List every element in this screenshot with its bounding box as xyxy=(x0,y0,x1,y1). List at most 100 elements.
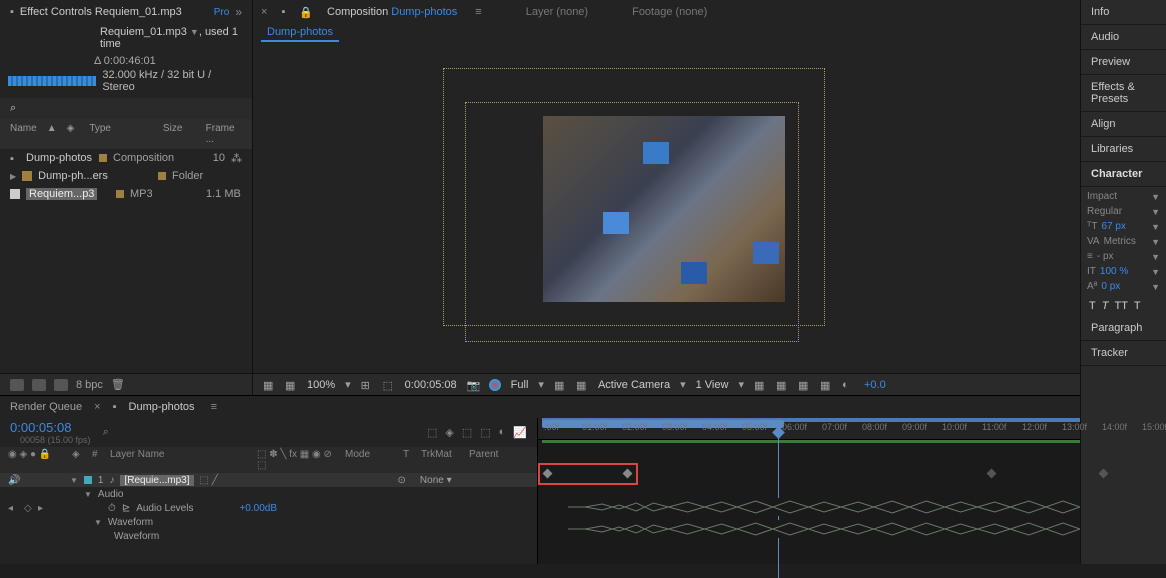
render-queue-tab[interactable]: Render Queue xyxy=(10,401,82,413)
pixel-aspect-icon[interactable]: ▦ xyxy=(754,379,766,391)
tracker-panel-tab[interactable]: Tracker xyxy=(1081,341,1166,366)
expression-icon[interactable]: ⊵ xyxy=(122,503,130,514)
preview-panel-tab[interactable]: Preview xyxy=(1081,50,1166,75)
align-panel-tab[interactable]: Align xyxy=(1081,112,1166,137)
smallcaps-button[interactable]: T xyxy=(1134,300,1141,312)
motion-blur-icon[interactable]: ◐ xyxy=(499,426,506,439)
audio-group-row[interactable]: ▼ Audio xyxy=(0,487,537,501)
composition-tab[interactable]: Composition Dump-photos xyxy=(327,6,457,18)
disclosure-icon[interactable]: ▼ xyxy=(94,518,102,527)
camera-dropdown[interactable]: Active Camera xyxy=(598,379,670,391)
view-layout[interactable]: 1 View xyxy=(696,379,729,391)
project-item-audio[interactable]: Requiem...p3 MP3 1.1 MB xyxy=(0,185,252,203)
zoom-level[interactable]: 100% xyxy=(307,379,335,391)
audio-levels-keyframe-lane[interactable] xyxy=(538,466,1080,482)
next-keyframe-icon[interactable]: ▸ xyxy=(38,503,48,514)
project-item-comp[interactable]: ▪ Dump-photos Composition 10 ⁂ xyxy=(0,149,252,167)
audio-panel-tab[interactable]: Audio xyxy=(1081,25,1166,50)
disclosure-icon[interactable]: ▶ xyxy=(10,172,16,181)
layer-type-icon: ♪ xyxy=(109,475,114,486)
footage-tab[interactable]: Footage (none) xyxy=(632,6,707,18)
bpc-toggle[interactable]: 8 bpc xyxy=(76,379,103,391)
leading-value[interactable]: - px xyxy=(1097,251,1114,262)
character-panel-tab[interactable]: Character xyxy=(1081,162,1166,187)
exposure-value[interactable]: +0.0 xyxy=(864,379,886,391)
draft3d-icon[interactable]: ◈ xyxy=(445,426,453,439)
baseline-value[interactable]: 0 px xyxy=(1101,281,1120,292)
prev-keyframe-icon[interactable]: ◂ xyxy=(8,503,18,514)
footage-preview xyxy=(543,116,785,302)
layer-name[interactable]: [Requie...mp3] xyxy=(120,475,193,486)
allcaps-button[interactable]: TT xyxy=(1114,300,1127,312)
flowchart-icon[interactable]: ▦ xyxy=(820,379,832,391)
timeline-comp-tab[interactable]: Dump-photos xyxy=(129,401,195,413)
interpret-icon[interactable] xyxy=(10,379,24,391)
grid-icon[interactable]: ⊞ xyxy=(361,379,373,391)
close-tab-icon[interactable]: × xyxy=(261,6,267,18)
audio-levels-value[interactable]: +0.00dB xyxy=(239,503,277,514)
expand-icon[interactable]: » xyxy=(235,5,242,19)
alpha-icon[interactable]: ▦ xyxy=(263,379,275,391)
new-comp-icon[interactable] xyxy=(54,379,68,391)
layer-index: 1 xyxy=(98,475,104,486)
waveform-group-row[interactable]: ▼ Waveform xyxy=(0,515,537,529)
info-panel-tab[interactable]: Info xyxy=(1081,0,1166,25)
parent-pickwhip-icon[interactable]: ⊙ xyxy=(398,475,406,486)
tab-menu-icon[interactable]: ≡ xyxy=(475,6,481,18)
reset-exposure-icon[interactable]: ◐ xyxy=(842,379,854,391)
keyframe[interactable] xyxy=(987,469,997,479)
mask-icon[interactable]: ⬚ xyxy=(383,379,395,391)
shy-icon[interactable]: ⬚ xyxy=(462,426,472,439)
layer-disclosure-icon[interactable]: ▼ xyxy=(70,476,78,485)
comp-breadcrumb[interactable]: Dump-photos xyxy=(261,26,339,42)
layer-tab[interactable]: Layer (none) xyxy=(526,6,588,18)
lock-icon[interactable]: 🔒 xyxy=(299,6,313,19)
trash-icon[interactable]: 🗑 xyxy=(111,378,125,391)
italic-button[interactable]: T xyxy=(1102,300,1109,312)
bold-button[interactable]: T xyxy=(1089,300,1096,312)
new-folder-icon[interactable] xyxy=(32,379,46,391)
font-family-dropdown[interactable]: Impact▼ xyxy=(1087,191,1160,202)
panel-grip-icon[interactable]: ▪ xyxy=(281,6,285,18)
audio-levels-row[interactable]: ◂ ◇ ▸ ⏱ ⊵ Audio Levels +0.00dB xyxy=(0,501,537,515)
comp-settings-icon[interactable]: ⁂ xyxy=(231,152,242,165)
layer-color-swatch[interactable] xyxy=(84,476,92,484)
project-search[interactable]: ⌕ xyxy=(0,98,252,119)
time-ruler[interactable]: :00f 01:00f 02:00f 03:00f 04:00f 05:00f … xyxy=(538,418,1080,440)
type-style-buttons: T T TT T xyxy=(1081,296,1166,316)
snapshot-icon[interactable]: 📷 xyxy=(467,379,479,391)
current-timecode[interactable]: 0:00:05:08 xyxy=(10,420,91,435)
tab-menu-icon[interactable]: ≡ xyxy=(211,401,217,413)
stopwatch-icon[interactable]: ⏱ xyxy=(108,503,116,514)
3d-icon[interactable]: ▦ xyxy=(576,379,588,391)
effects-presets-tab[interactable]: Effects & Presets xyxy=(1081,75,1166,112)
timeline-search-icon[interactable]: ⌕ xyxy=(103,426,109,439)
composition-viewer[interactable] xyxy=(253,44,1080,373)
paragraph-panel-tab[interactable]: Paragraph xyxy=(1081,316,1166,341)
channel-icon[interactable]: ▦ xyxy=(285,379,297,391)
comp-mini-flowchart-icon[interactable]: ⬚ xyxy=(427,426,437,439)
audio-enable-icon[interactable]: 🔊 xyxy=(8,475,20,486)
font-size-value[interactable]: 67 px xyxy=(1101,221,1125,232)
add-keyframe-icon[interactable]: ◇ xyxy=(24,503,32,514)
timeline-track-area[interactable]: :00f 01:00f 02:00f 03:00f 04:00f 05:00f … xyxy=(538,418,1080,564)
parent-dropdown[interactable]: None ▾ xyxy=(412,475,460,486)
resolution-dropdown[interactable]: Full xyxy=(511,379,529,391)
graph-editor-icon[interactable]: 📈 xyxy=(513,426,527,439)
timeline-icon[interactable]: ▦ xyxy=(798,379,810,391)
timeline-layer-row[interactable]: 🔊 ▼ 1 ♪ [Requie...mp3] ⬚ ╱ ⊙ None ▾ xyxy=(0,473,537,487)
font-style-dropdown[interactable]: Regular▼ xyxy=(1087,206,1160,217)
disclosure-icon[interactable]: ▼ xyxy=(84,490,92,499)
vscale-value[interactable]: 100 % xyxy=(1100,266,1128,277)
project-item-folder[interactable]: ▶ Dump-ph...ers Folder xyxy=(0,167,252,185)
source-file-line[interactable]: Requiem_01.mp3 ▼, used 1 time xyxy=(0,24,252,52)
tab-close-icon[interactable]: × xyxy=(94,401,100,413)
region-icon[interactable] xyxy=(489,379,501,391)
kerning-value[interactable]: Metrics xyxy=(1104,236,1136,247)
transparency-icon[interactable]: ▦ xyxy=(554,379,566,391)
libraries-panel-tab[interactable]: Libraries xyxy=(1081,137,1166,162)
audio-icon xyxy=(10,189,20,199)
fast-preview-icon[interactable]: ▦ xyxy=(776,379,788,391)
viewer-timecode[interactable]: 0:00:05:08 xyxy=(405,379,457,391)
frame-blend-icon[interactable]: ⬚ xyxy=(480,426,490,439)
